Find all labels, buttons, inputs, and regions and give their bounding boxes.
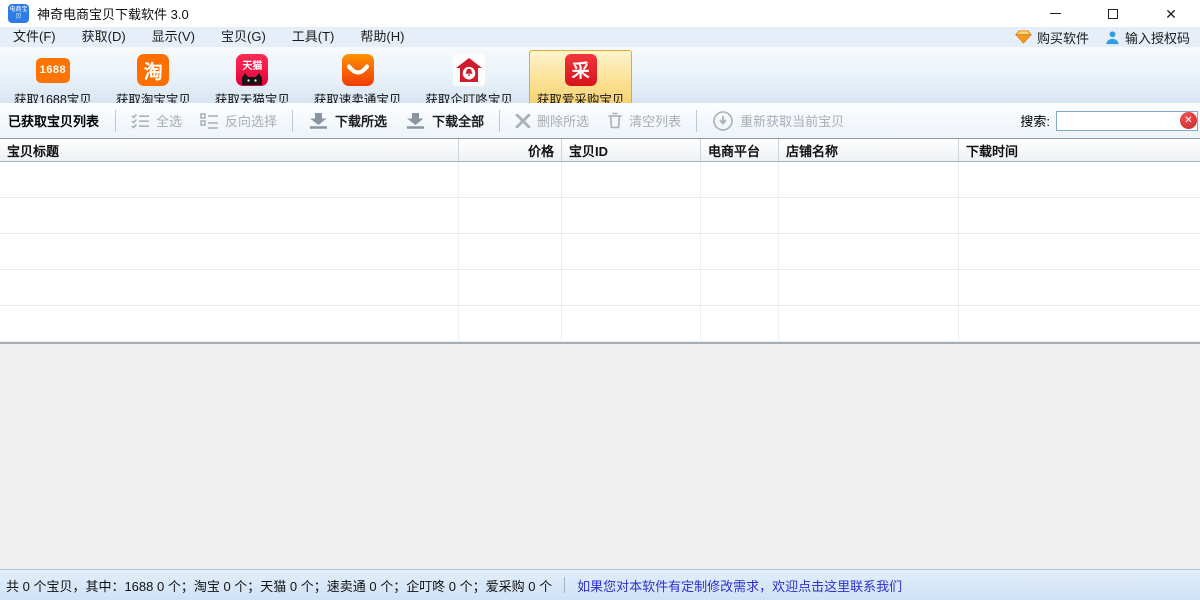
menu-view[interactable]: 显示(V) xyxy=(139,27,208,47)
search-area: 搜索: ✕ xyxy=(1020,111,1198,131)
table-row xyxy=(0,198,1200,234)
table-row xyxy=(0,270,1200,306)
column-divider xyxy=(778,162,779,342)
tmall-cat-icon xyxy=(240,72,264,85)
separator xyxy=(564,577,565,593)
enter-license-button[interactable]: 输入授权码 xyxy=(1105,28,1190,47)
column-header-title[interactable]: 宝贝标题 xyxy=(0,139,459,161)
fetch-aicaigou-button[interactable]: 采 获取爱采购宝贝 xyxy=(529,50,633,110)
minimize-button[interactable] xyxy=(1026,0,1084,27)
column-divider xyxy=(458,162,459,342)
contact-us-link[interactable]: 如果您对本软件有定制修改需求，欢迎点击这里联系我们 xyxy=(577,576,902,595)
download-icon xyxy=(308,112,329,129)
menu-fetch[interactable]: 获取(D) xyxy=(69,27,139,47)
window-controls: ✕ xyxy=(1026,0,1200,27)
gem-icon xyxy=(1015,30,1032,44)
delete-selected-button[interactable]: 删除所选 xyxy=(515,111,589,130)
enter-license-label: 输入授权码 xyxy=(1125,28,1190,47)
fetch-tmall-button[interactable]: 天猫 获取天猫宝贝 xyxy=(207,50,298,110)
column-header-shop-name[interactable]: 店铺名称 xyxy=(779,139,959,161)
search-input[interactable] xyxy=(1056,111,1198,131)
download-all-button[interactable]: 下载全部 xyxy=(405,111,484,130)
close-button[interactable]: ✕ xyxy=(1142,0,1200,27)
column-header-price[interactable]: 价格 xyxy=(459,139,562,161)
minimize-icon xyxy=(1050,13,1061,14)
background-panel xyxy=(0,344,1200,569)
select-all-icon xyxy=(131,113,150,129)
separator xyxy=(115,110,116,132)
search-label: 搜索: xyxy=(1020,111,1050,130)
fetch-1688-button[interactable]: 1688 获取1688宝贝 xyxy=(6,50,100,110)
aicaigou-icon: 采 xyxy=(565,54,597,86)
menu-help[interactable]: 帮助(H) xyxy=(347,27,417,47)
separator xyxy=(292,110,293,132)
taobao-icon: 淘 xyxy=(137,54,169,86)
title-bar: 电商宝贝 神奇电商宝贝下载软件 3.0 ✕ xyxy=(0,0,1200,27)
separator xyxy=(499,110,500,132)
window-title: 神奇电商宝贝下载软件 3.0 xyxy=(37,4,189,23)
action-bar: 已获取宝贝列表 全选 反向选择 xyxy=(0,103,1200,138)
fetch-taobao-button[interactable]: 淘 获取淘宝宝贝 xyxy=(108,50,199,110)
table-row xyxy=(0,162,1200,198)
refresh-icon xyxy=(712,110,734,132)
user-icon xyxy=(1105,30,1120,45)
column-divider xyxy=(561,162,562,342)
buy-software-label: 购买软件 xyxy=(1037,28,1089,47)
1688-icon: 1688 xyxy=(36,58,70,83)
fetch-aliexpress-button[interactable]: 获取速卖通宝贝 xyxy=(306,50,410,110)
maximize-icon xyxy=(1108,9,1118,19)
separator xyxy=(696,110,697,132)
app-logo-icon: 电商宝贝 xyxy=(8,4,29,23)
column-header-platform[interactable]: 电商平台 xyxy=(701,139,779,161)
download-icon xyxy=(405,112,426,129)
refetch-current-button[interactable]: 重新获取当前宝贝 xyxy=(712,110,844,132)
table-row xyxy=(0,234,1200,270)
table-row xyxy=(0,306,1200,342)
clear-search-button[interactable]: ✕ xyxy=(1180,112,1197,129)
tmall-icon: 天猫 xyxy=(236,54,268,86)
platform-toolbar: 1688 获取1688宝贝 淘 获取淘宝宝贝 天猫 获取天猫宝贝 xyxy=(0,47,1200,103)
item-list[interactable] xyxy=(0,162,1200,342)
table-header: 宝贝标题 价格 宝贝ID 电商平台 店铺名称 下载时间 xyxy=(0,138,1200,162)
select-all-button[interactable]: 全选 xyxy=(131,111,182,130)
aliexpress-icon xyxy=(342,54,374,86)
column-divider xyxy=(700,162,701,342)
clear-x-icon: ✕ xyxy=(1184,116,1192,126)
download-selected-button[interactable]: 下载所选 xyxy=(308,111,387,130)
maximize-button[interactable] xyxy=(1084,0,1142,27)
buy-software-button[interactable]: 购买软件 xyxy=(1015,28,1089,47)
trash-icon xyxy=(607,112,623,129)
status-bar: 共 0 个宝贝，其中：1688 0 个；淘宝 0 个；天猫 0 个；速卖通 0 … xyxy=(0,569,1200,600)
menu-bar: 文件(F) 获取(D) 显示(V) 宝贝(G) 工具(T) 帮助(H) 购买软件 xyxy=(0,27,1200,47)
qidingdong-icon xyxy=(453,54,485,86)
menu-item[interactable]: 宝贝(G) xyxy=(208,27,279,47)
fetch-qidingdong-button[interactable]: 获取企叮咚宝贝 xyxy=(417,50,521,110)
column-divider xyxy=(958,162,959,342)
invert-selection-button[interactable]: 反向选择 xyxy=(200,111,277,130)
app-window: 电商宝贝 神奇电商宝贝下载软件 3.0 ✕ 文件(F) 获取(D) 显示(V) … xyxy=(0,0,1200,600)
delete-x-icon xyxy=(515,114,531,128)
list-title: 已获取宝贝列表 xyxy=(8,111,99,130)
invert-selection-icon xyxy=(200,113,219,129)
item-count-summary: 共 0 个宝贝，其中：1688 0 个；淘宝 0 个；天猫 0 个；速卖通 0 … xyxy=(6,576,552,595)
clear-list-button[interactable]: 清空列表 xyxy=(607,111,681,130)
close-icon: ✕ xyxy=(1165,7,1177,21)
menu-file[interactable]: 文件(F) xyxy=(0,27,69,47)
menu-tools[interactable]: 工具(T) xyxy=(279,27,348,47)
column-header-download-time[interactable]: 下载时间 xyxy=(959,139,1200,161)
column-header-item-id[interactable]: 宝贝ID xyxy=(562,139,701,161)
